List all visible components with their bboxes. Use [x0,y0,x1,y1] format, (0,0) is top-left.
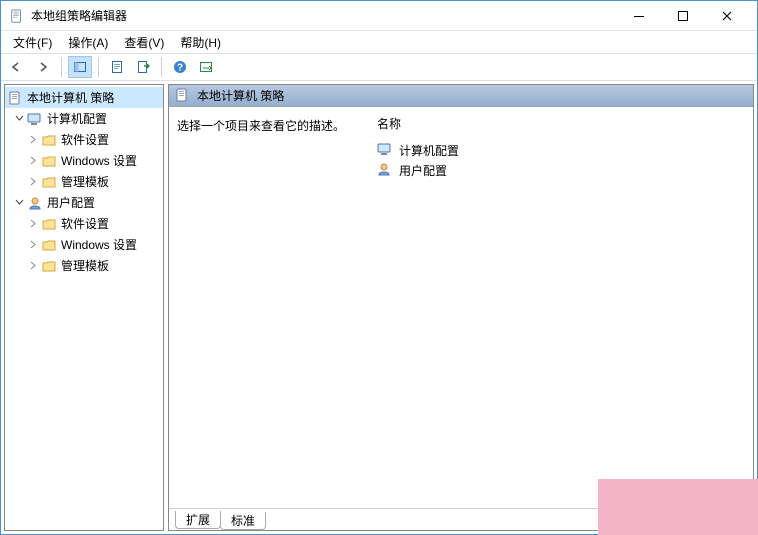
user-icon [27,195,43,211]
chevron-down-icon[interactable] [13,113,25,125]
tree-computer-software[interactable]: 软件设置 [5,129,163,150]
nav-forward-button[interactable] [31,56,55,78]
chevron-right-icon[interactable] [27,218,39,230]
maximize-button[interactable] [661,2,705,30]
tree-label: 用户配置 [47,194,95,211]
tree-user-config[interactable]: 用户配置 [5,192,163,213]
tree: 本地计算机 策略 计算机配置 [5,87,163,276]
app-window: 本地组策略编辑器 文件(F) 操作(A) 查看(V) 帮助(H) ? [0,0,758,535]
description-column: 选择一个项目来查看它的描述。 [169,107,369,508]
chevron-right-icon[interactable] [27,239,39,251]
policy-icon [175,88,191,104]
folder-icon [41,237,57,253]
content-header: 本地计算机 策略 [169,85,753,107]
list-item-label: 用户配置 [399,162,447,179]
nav-back-button[interactable] [5,56,29,78]
menu-help[interactable]: 帮助(H) [172,32,229,53]
content-body: 选择一个项目来查看它的描述。 名称 计算机配置 用户配置 [169,107,753,508]
tree-label: Windows 设置 [61,152,137,169]
folder-icon [41,216,57,232]
content-header-title: 本地计算机 策略 [197,87,284,104]
tree-user-software[interactable]: 软件设置 [5,213,163,234]
properties-button[interactable] [105,56,129,78]
main-pane: 本地计算机 策略 选择一个项目来查看它的描述。 名称 计算机配置 用户配置 [168,84,754,531]
toolbar-separator [61,57,62,77]
list-item-computer[interactable]: 计算机配置 [377,140,745,160]
export-button[interactable] [131,56,155,78]
filter-button[interactable] [194,56,218,78]
tree-user-windows[interactable]: Windows 设置 [5,234,163,255]
toolbar: ? [1,53,757,81]
tree-pane[interactable]: 本地计算机 策略 计算机配置 [4,84,164,531]
folder-icon [41,153,57,169]
toolbar-separator [98,57,99,77]
tree-label: 计算机配置 [47,110,107,127]
client-area: 本地计算机 策略 计算机配置 [1,81,757,534]
minimize-button[interactable] [617,2,661,30]
show-tree-button[interactable] [68,56,92,78]
tab-standard[interactable]: 标准 [220,512,266,530]
svg-text:?: ? [177,63,183,74]
list-item-label: 计算机配置 [399,142,459,159]
tree-label: Windows 设置 [61,236,137,253]
help-button[interactable]: ? [168,56,192,78]
tree-root-label: 本地计算机 策略 [27,89,114,106]
list-column: 名称 计算机配置 用户配置 [369,107,753,508]
tree-root[interactable]: 本地计算机 策略 [5,87,163,108]
menu-action[interactable]: 操作(A) [60,32,116,53]
chevron-right-icon[interactable] [27,260,39,272]
chevron-right-icon[interactable] [27,176,39,188]
tab-extended[interactable]: 扩展 [175,511,221,529]
list-item-user[interactable]: 用户配置 [377,160,745,180]
tree-label: 管理模板 [61,173,109,190]
app-icon [9,8,25,24]
chevron-right-icon[interactable] [27,155,39,167]
tree-computer-windows[interactable]: Windows 设置 [5,150,163,171]
tree-user-admin[interactable]: 管理模板 [5,255,163,276]
tree-label: 软件设置 [61,215,109,232]
menu-file[interactable]: 文件(F) [5,32,60,53]
titlebar: 本地组策略编辑器 [1,1,757,31]
folder-icon [41,258,57,274]
tree-computer-config[interactable]: 计算机配置 [5,108,163,129]
chevron-down-icon[interactable] [13,197,25,209]
close-button[interactable] [705,2,749,30]
folder-icon [41,174,57,190]
tree-label: 管理模板 [61,257,109,274]
toolbar-separator [161,57,162,77]
chevron-right-icon[interactable] [27,134,39,146]
computer-icon [377,142,393,158]
tree-computer-admin[interactable]: 管理模板 [5,171,163,192]
overlay-watermark [598,479,758,535]
user-icon [377,162,393,178]
tree-label: 软件设置 [61,131,109,148]
window-title: 本地组策略编辑器 [31,7,617,24]
description-text: 选择一个项目来查看它的描述。 [177,119,345,133]
folder-icon [41,132,57,148]
menubar: 文件(F) 操作(A) 查看(V) 帮助(H) [1,31,757,53]
column-header-name[interactable]: 名称 [377,113,745,140]
menu-view[interactable]: 查看(V) [116,32,172,53]
window-controls [617,2,749,30]
policy-icon [7,90,23,106]
computer-icon [27,111,43,127]
